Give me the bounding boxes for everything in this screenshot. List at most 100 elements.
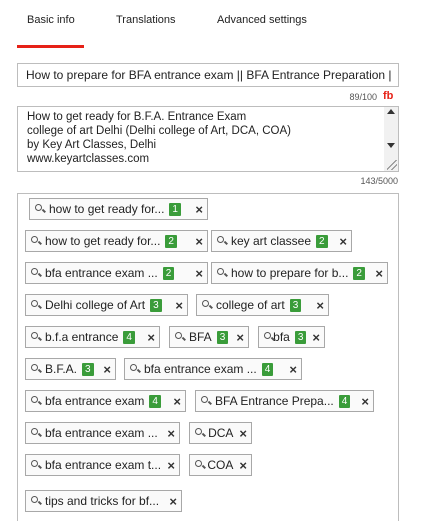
fb-icon[interactable]: fb — [383, 90, 393, 102]
tag-label: BFA Entrance Prepa... — [215, 394, 334, 408]
remove-tag-icon[interactable]: × — [239, 427, 247, 440]
remove-tag-icon[interactable]: × — [312, 331, 320, 344]
remove-tag-icon[interactable]: × — [239, 459, 247, 472]
tag-chip[interactable]: how to prepare for b... 2 × — [211, 262, 388, 284]
tag-label: how to get ready for... — [45, 234, 161, 248]
remove-tag-icon[interactable]: × — [289, 363, 297, 376]
remove-tag-icon[interactable]: × — [195, 235, 203, 248]
tag-chip[interactable]: bfa entrance exam 4 × — [25, 390, 186, 412]
tag-chip[interactable]: BFA 3 × — [169, 326, 249, 348]
tag-rank-badge: 4 — [338, 394, 351, 408]
tag-chip[interactable]: DCA × — [189, 422, 252, 444]
remove-tag-icon[interactable]: × — [173, 395, 181, 408]
tag-rank-badge: 3 — [82, 362, 94, 376]
description-line: by Key Art Classes, Delhi — [27, 139, 157, 151]
tag-label: college of art — [216, 298, 285, 312]
tag-label: DCA — [208, 426, 234, 440]
tag-chip[interactable]: bfa entrance exam t... × — [25, 454, 180, 476]
search-icon[interactable] — [31, 396, 41, 406]
tag-chip[interactable]: BFA Entrance Prepa... 4 × — [195, 390, 374, 412]
tag-rank-badge: 3 — [216, 330, 229, 344]
search-icon[interactable] — [31, 496, 41, 506]
search-icon[interactable] — [31, 364, 41, 374]
tag-rank-badge: 1 — [169, 202, 181, 216]
scroll-down-arrow-icon[interactable] — [387, 143, 395, 148]
tag-chip[interactable]: tips and tricks for bf... × — [25, 490, 182, 512]
search-icon[interactable] — [195, 460, 203, 470]
search-icon[interactable] — [31, 236, 41, 246]
description-line: www.keyartclasses.com — [27, 153, 150, 165]
remove-tag-icon[interactable]: × — [147, 331, 155, 344]
search-icon[interactable] — [31, 428, 41, 438]
search-icon[interactable] — [130, 364, 140, 374]
tag-rank-badge: 3 — [150, 298, 162, 312]
tag-rank-badge: 4 — [261, 362, 274, 376]
tag-chip[interactable]: how to get ready for... 1 × — [29, 198, 208, 220]
tag-label: bfa entrance exam ... — [144, 362, 257, 376]
tag-rank-badge: 3 — [294, 330, 307, 344]
tag-label: tips and tricks for bf... — [45, 494, 160, 508]
tag-label: how to get ready for... — [49, 202, 165, 216]
remove-tag-icon[interactable]: × — [167, 427, 175, 440]
scroll-up-arrow-icon[interactable] — [387, 109, 395, 114]
search-icon[interactable] — [202, 300, 212, 310]
search-icon[interactable] — [195, 428, 204, 438]
tag-rank-badge: 4 — [149, 394, 161, 408]
tab-translations[interactable]: Translations — [116, 14, 176, 26]
remove-tag-icon[interactable]: × — [103, 363, 111, 376]
tag-rank-badge: 2 — [162, 266, 175, 280]
tab-advanced-settings[interactable]: Advanced settings — [217, 14, 307, 26]
search-icon[interactable] — [201, 396, 211, 406]
search-icon[interactable] — [217, 268, 227, 278]
search-icon[interactable] — [31, 300, 41, 310]
tag-label: bfa entrance exam ... — [45, 426, 158, 440]
tag-chip[interactable]: COA × — [189, 454, 252, 476]
title-input[interactable]: How to prepare for BFA entrance exam || … — [17, 63, 399, 87]
tag-chip[interactable]: how to get ready for... 2 × — [25, 230, 208, 252]
remove-tag-icon[interactable]: × — [195, 203, 203, 216]
tag-chip[interactable]: b.f.a entrance 4 × — [25, 326, 160, 348]
remove-tag-icon[interactable]: × — [375, 267, 383, 280]
tag-label: how to prepare for b... — [231, 266, 349, 280]
tag-label: COA — [207, 458, 234, 472]
search-icon[interactable] — [175, 332, 185, 342]
tag-rank-badge: 3 — [289, 298, 302, 312]
search-icon[interactable] — [264, 332, 272, 342]
description-line: college of art Delhi (Delhi college of A… — [27, 125, 291, 137]
tab-basic-info[interactable]: Basic info — [27, 14, 75, 26]
remove-tag-icon[interactable]: × — [175, 299, 183, 312]
active-tab-indicator — [17, 45, 84, 48]
remove-tag-icon[interactable]: × — [339, 235, 347, 248]
remove-tag-icon[interactable]: × — [361, 395, 369, 408]
description-char-count: 143/5000 — [360, 176, 398, 186]
description-line: How to get ready for B.F.A. Entrance Exa… — [27, 111, 247, 123]
tag-label: bfa — [273, 330, 290, 344]
search-icon[interactable] — [31, 460, 41, 470]
remove-tag-icon[interactable]: × — [316, 299, 324, 312]
tag-label: bfa entrance exam ... — [45, 266, 158, 280]
search-icon[interactable] — [217, 236, 227, 246]
tag-rank-badge: 4 — [123, 330, 135, 344]
tag-chip[interactable]: Delhi college of Art 3 × — [25, 294, 188, 316]
tag-label: bfa entrance exam — [45, 394, 145, 408]
tag-chip[interactable]: bfa entrance exam ... 4 × — [124, 358, 302, 380]
search-icon[interactable] — [31, 268, 41, 278]
remove-tag-icon[interactable]: × — [167, 459, 175, 472]
tag-rank-badge: 2 — [165, 234, 177, 248]
resize-handle-icon[interactable] — [387, 160, 397, 170]
search-icon[interactable] — [35, 204, 45, 214]
remove-tag-icon[interactable]: × — [195, 267, 203, 280]
tag-label: B.F.A. — [45, 362, 78, 376]
tag-chip[interactable]: bfa 3 × — [258, 326, 325, 348]
description-textarea[interactable]: How to get ready for B.F.A. Entrance Exa… — [17, 106, 399, 172]
remove-tag-icon[interactable]: × — [169, 495, 177, 508]
tag-chip[interactable]: bfa entrance exam ... 2 × — [25, 262, 208, 284]
title-char-count: 89/100 — [349, 92, 377, 102]
tag-chip[interactable]: B.F.A. 3 × — [25, 358, 116, 380]
remove-tag-icon[interactable]: × — [236, 331, 244, 344]
search-icon[interactable] — [31, 332, 41, 342]
tag-chip[interactable]: college of art 3 × — [196, 294, 329, 316]
tag-chip[interactable]: bfa entrance exam ... × — [25, 422, 180, 444]
tag-chip[interactable]: key art classee 2 × — [211, 230, 352, 252]
tag-label: BFA — [189, 330, 212, 344]
